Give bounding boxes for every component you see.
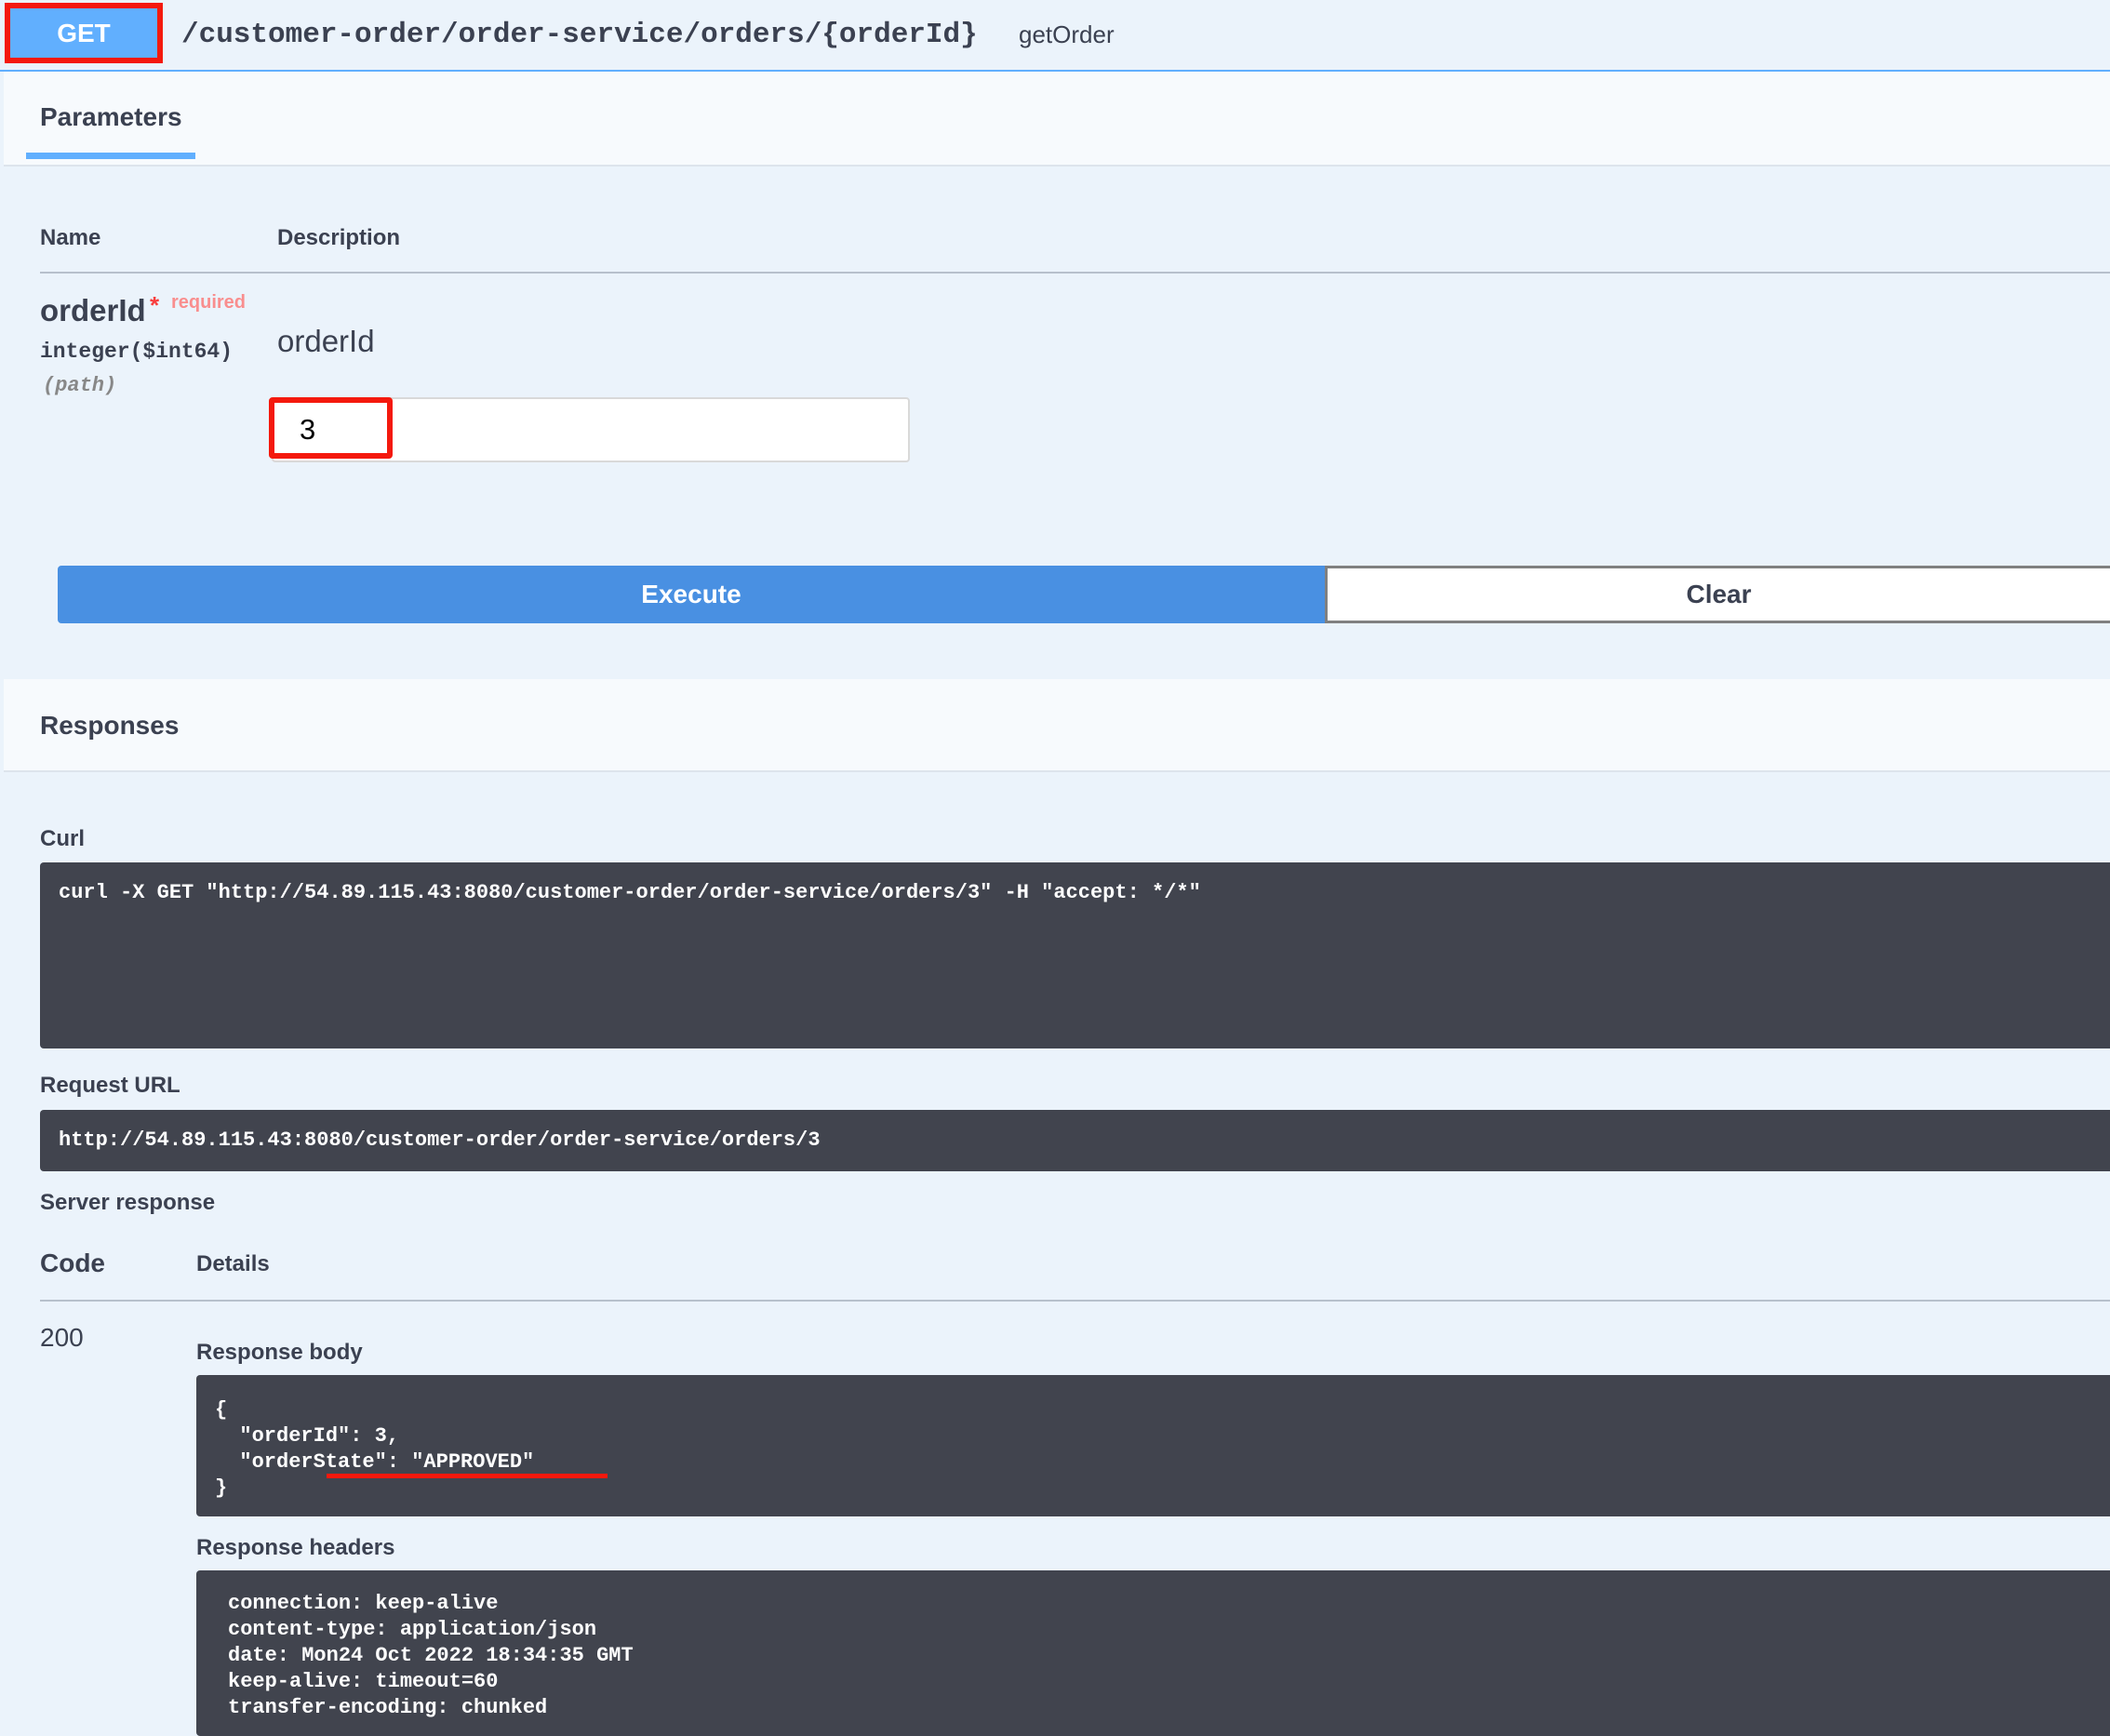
response-headers-label: Response headers: [196, 1535, 395, 1560]
responses-title: Responses: [40, 711, 180, 740]
param-description: orderId: [277, 324, 375, 358]
clear-button[interactable]: Clear: [1325, 566, 2110, 623]
status-code: 200: [40, 1323, 84, 1352]
response-body[interactable]: { "orderId": 3, "orderState": "APPROVED"…: [196, 1375, 2110, 1516]
column-header-name: Name: [40, 225, 101, 250]
response-divider: [40, 1300, 2110, 1302]
method-highlight-box: [5, 3, 163, 63]
curl-label: Curl: [40, 826, 85, 851]
curl-command[interactable]: curl -X GET "http://54.89.115.43:8080/cu…: [40, 862, 2110, 1048]
column-header-description: Description: [277, 225, 401, 250]
parameters-divider: [40, 272, 2110, 274]
required-label: required: [171, 292, 247, 313]
execute-button[interactable]: Execute: [58, 566, 1325, 623]
operation-id: getOrder: [1019, 20, 1115, 48]
column-header-details: Details: [196, 1251, 270, 1276]
param-location: (path): [43, 374, 117, 397]
tab-active-underline: [26, 153, 195, 159]
tab-parameters[interactable]: Parameters: [40, 102, 182, 132]
request-url-label: Request URL: [40, 1073, 180, 1098]
response-headers[interactable]: connection: keep-alive content-type: app…: [196, 1570, 2110, 1736]
response-body-label: Response body: [196, 1340, 363, 1365]
param-type: integer($int64): [40, 340, 234, 364]
column-header-code: Code: [40, 1249, 105, 1277]
request-url[interactable]: http://54.89.115.43:8080/customer-order/…: [40, 1110, 2110, 1171]
endpoint-path[interactable]: /customer-order/order-service/orders/{or…: [181, 19, 978, 51]
responses-bar: [4, 679, 2110, 772]
param-name: orderId: [40, 293, 146, 327]
required-star: *: [150, 291, 160, 319]
response-body-underline: [327, 1474, 608, 1478]
parameters-tab-bar: [4, 72, 2110, 167]
server-response-label: Server response: [40, 1190, 216, 1215]
orderid-input[interactable]: [272, 397, 910, 462]
